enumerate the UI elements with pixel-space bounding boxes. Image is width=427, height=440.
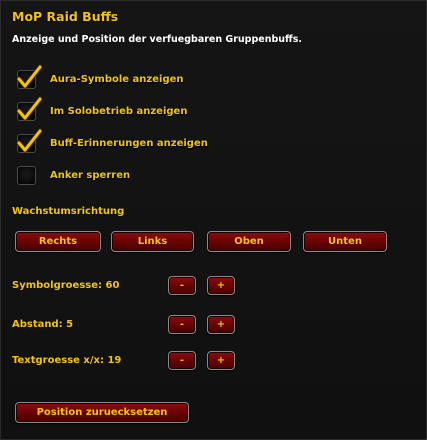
checkbox-box[interactable] [16, 96, 43, 121]
checkbox-box[interactable] [17, 165, 36, 185]
growth-right-button[interactable]: Rechts [15, 231, 101, 252]
text-size-increase-button[interactable]: + [207, 351, 235, 370]
growth-up-button[interactable]: Oben [207, 231, 291, 252]
checkbox-solo-mode[interactable]: Im Solobetrieb anzeigen [16, 96, 188, 122]
checkmark-icon [16, 128, 43, 152]
checkmark-icon [16, 96, 43, 120]
growth-direction-label: Wachstumsrichtung [12, 206, 125, 217]
spacing-label: Abstand: 5 [12, 319, 74, 330]
growth-down-button[interactable]: Unten [303, 231, 387, 252]
checkbox-lock-anchor[interactable]: Anker sperren [17, 164, 130, 186]
spacing-increase-button[interactable]: + [207, 315, 235, 334]
icon-size-label: Symbolgroesse: 60 [12, 280, 120, 291]
text-size-decrease-button[interactable]: - [168, 351, 196, 370]
checkbox-buff-reminders[interactable]: Buff-Erinnerungen anzeigen [16, 128, 208, 154]
growth-left-button[interactable]: Links [111, 231, 194, 252]
options-panel: MoP Raid Buffs Anzeige und Position der … [0, 0, 427, 440]
checkbox-label: Anker sperren [50, 169, 131, 181]
checkbox-box[interactable] [16, 64, 43, 89]
spacing-decrease-button[interactable]: - [168, 315, 196, 334]
text-size-label: Textgroesse x/x: 19 [12, 355, 122, 366]
checkbox-box[interactable] [16, 128, 43, 153]
checkbox-aura-symbols[interactable]: Aura-Symbole anzeigen [16, 64, 184, 90]
reset-position-button[interactable]: Position zuruecksetzen [15, 402, 189, 423]
checkbox-label: Buff-Erinnerungen anzeigen [50, 137, 208, 149]
checkmark-icon [16, 64, 43, 88]
checkbox-label: Im Solobetrieb anzeigen [50, 105, 188, 117]
panel-title: MoP Raid Buffs [12, 9, 119, 24]
icon-size-decrease-button[interactable]: - [168, 276, 196, 295]
checkbox-label: Aura-Symbole anzeigen [50, 73, 184, 85]
panel-subtitle: Anzeige und Position der verfuegbaren Gr… [12, 34, 303, 45]
icon-size-increase-button[interactable]: + [207, 276, 235, 295]
